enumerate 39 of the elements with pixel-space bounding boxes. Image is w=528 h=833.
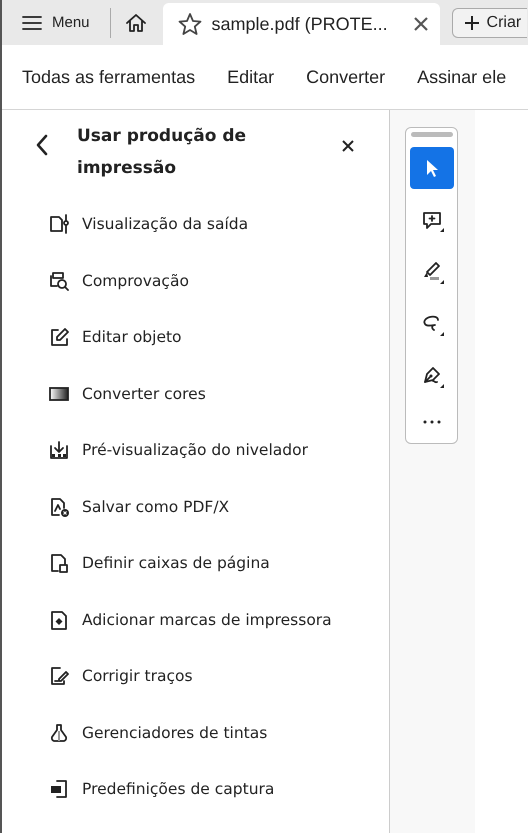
tool-list-item[interactable]: Predefinições de captura [2, 761, 389, 818]
page-pen-icon [49, 666, 69, 686]
tool-list-item[interactable]: Visualização da saída [2, 196, 389, 252]
menu-item[interactable]: Converter [306, 66, 386, 88]
menu-item[interactable]: Editar [227, 66, 274, 88]
magnifier-icon [49, 270, 69, 291]
pencil-square-icon [49, 327, 69, 348]
flask-icon [49, 722, 69, 743]
tool-list-item[interactable]: Editar objeto [2, 309, 389, 366]
drag-handle[interactable] [410, 132, 452, 137]
star-icon[interactable] [178, 12, 202, 36]
plus-icon [464, 16, 479, 30]
bracket-block-icon [49, 779, 69, 800]
document-tab[interactable]: sample.pdf (PROTE... [162, 3, 440, 45]
tool-list-item[interactable]: Adicionar marcas de impressora [2, 592, 389, 648]
create-button[interactable]: Criar [452, 8, 528, 38]
more-icon [422, 420, 440, 424]
tool-list-item[interactable]: Salvar como PDF/X [2, 478, 389, 535]
tool-list-item[interactable]: Pré-visualização do nivelador [2, 422, 389, 478]
page-box-icon [49, 553, 69, 574]
menu-button[interactable]: Menu [2, 0, 98, 45]
close-icon[interactable] [414, 17, 428, 31]
menu-item[interactable]: Assinar ele [417, 66, 506, 88]
home-icon [124, 12, 147, 32]
menu-icon [22, 14, 42, 30]
tab-title: sample.pdf (PROTE... [212, 14, 389, 34]
file-x-icon [49, 496, 69, 517]
tool-list-item[interactable]: Comprovação [2, 252, 389, 309]
menu-item[interactable]: Todas as ferramentas [22, 66, 196, 88]
back-icon[interactable] [35, 134, 49, 156]
panel-title: Usar produção de impressão [77, 125, 248, 180]
page-slider-icon [49, 214, 69, 234]
tool-list-item[interactable]: Definir caixas de página [2, 535, 389, 592]
page-diamond-icon [49, 610, 69, 630]
close-icon[interactable] [342, 140, 354, 152]
download-grid-icon [49, 440, 69, 460]
tool-list-item[interactable]: Corrigir traços [2, 648, 389, 704]
tool-list-item[interactable]: Converter cores [2, 366, 389, 422]
tool-list-item[interactable]: Gerenciadores de tintas [2, 704, 389, 761]
